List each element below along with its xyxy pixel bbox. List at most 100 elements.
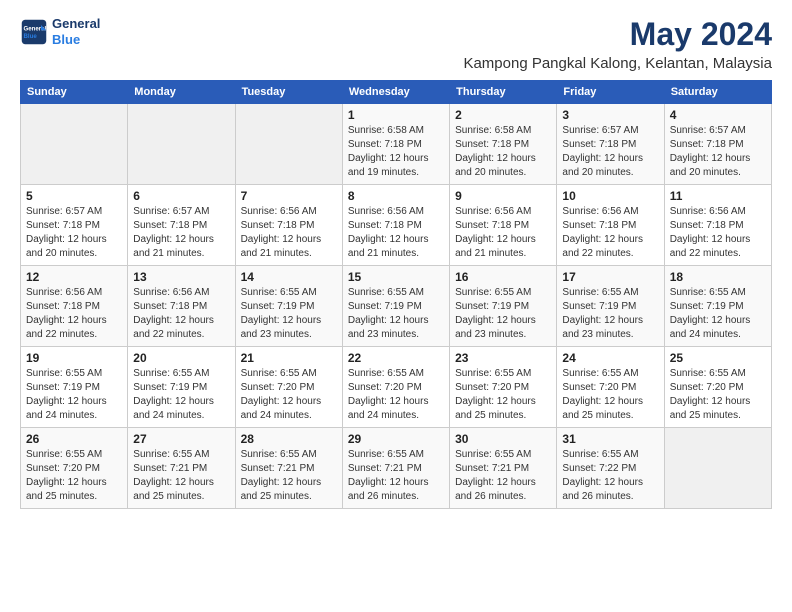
day-info: Sunrise: 6:58 AM Sunset: 7:18 PM Dayligh…: [348, 124, 444, 180]
day-number: 9: [455, 189, 551, 203]
day-info: Sunrise: 6:55 AM Sunset: 7:20 PM Dayligh…: [455, 367, 551, 423]
calendar-week-1: 1 Sunrise: 6:58 AM Sunset: 7:18 PM Daylig…: [21, 104, 772, 185]
title-block: May 2024 Kampong Pangkal Kalong, Kelanta…: [463, 16, 772, 72]
calendar-cell: 6 Sunrise: 6:57 AM Sunset: 7:18 PM Daylig…: [128, 185, 235, 266]
logo-line2: Blue: [52, 32, 100, 48]
day-info: Sunrise: 6:55 AM Sunset: 7:20 PM Dayligh…: [348, 367, 444, 423]
calendar-cell: 10Sunrise: 6:56 AM Sunset: 7:18 PM Dayli…: [557, 185, 664, 266]
calendar-week-3: 12 Sunrise: 6:56 AM Sunset: 7:18 PM Dayli…: [21, 266, 772, 347]
day-number: 27: [133, 432, 229, 446]
day-info: Sunrise: 6:56 AM Sunset: 7:18 PM Dayligh…: [348, 205, 444, 261]
day-number: 21: [241, 351, 337, 365]
day-info: Sunrise: 6:56 AM Sunset: 7:18 PM Dayligh…: [455, 205, 551, 261]
calendar-cell: 29Sunrise: 6:55 AM Sunset: 7:21 PM Dayli…: [342, 428, 449, 509]
day-info: Sunrise: 6:57 AM Sunset: 7:18 PM Dayligh…: [26, 205, 122, 261]
day-number: 26: [26, 432, 122, 446]
calendar-cell: 22 Sunrise: 6:55 AM Sunset: 7:20 PM Dayli…: [342, 347, 449, 428]
day-info: Sunrise: 6:56 AM Sunset: 7:18 PM Dayligh…: [562, 205, 658, 261]
calendar-table: SundayMondayTuesdayWednesdayThursdayFrid…: [20, 80, 772, 509]
day-number: 6: [133, 189, 229, 203]
day-number: 18: [670, 270, 766, 284]
day-info: Sunrise: 6:56 AM Sunset: 7:18 PM Dayligh…: [26, 286, 122, 342]
weekday-header-tuesday: Tuesday: [235, 81, 342, 104]
day-number: 15: [348, 270, 444, 284]
calendar-cell: 30Sunrise: 6:55 AM Sunset: 7:21 PM Dayli…: [450, 428, 557, 509]
subtitle: Kampong Pangkal Kalong, Kelantan, Malays…: [463, 55, 772, 72]
calendar-cell: 19 Sunrise: 6:55 AM Sunset: 7:19 PM Dayli…: [21, 347, 128, 428]
day-number: 31: [562, 432, 658, 446]
day-number: 4: [670, 108, 766, 122]
calendar-cell: 25Sunrise: 6:55 AM Sunset: 7:20 PM Dayli…: [664, 347, 771, 428]
day-number: 2: [455, 108, 551, 122]
calendar-cell: [664, 428, 771, 509]
calendar-cell: 11Sunrise: 6:56 AM Sunset: 7:18 PM Dayli…: [664, 185, 771, 266]
logo-icon: General Blue: [20, 18, 48, 46]
calendar-cell: 12 Sunrise: 6:56 AM Sunset: 7:18 PM Dayli…: [21, 266, 128, 347]
day-number: 1: [348, 108, 444, 122]
day-number: 28: [241, 432, 337, 446]
weekday-header-monday: Monday: [128, 81, 235, 104]
calendar-cell: 23 Sunrise: 6:55 AM Sunset: 7:20 PM Dayli…: [450, 347, 557, 428]
logo: General Blue General Blue: [20, 16, 100, 47]
day-number: 29: [348, 432, 444, 446]
calendar-cell: 1 Sunrise: 6:58 AM Sunset: 7:18 PM Daylig…: [342, 104, 449, 185]
day-number: 17: [562, 270, 658, 284]
calendar-cell: 27 Sunrise: 6:55 AM Sunset: 7:21 PM Dayli…: [128, 428, 235, 509]
calendar-week-4: 19 Sunrise: 6:55 AM Sunset: 7:19 PM Dayli…: [21, 347, 772, 428]
day-number: 8: [348, 189, 444, 203]
logo-text: General Blue: [52, 16, 100, 47]
header: General Blue General Blue May 2024 Kampo…: [20, 16, 772, 72]
day-number: 5: [26, 189, 122, 203]
day-number: 14: [241, 270, 337, 284]
day-info: Sunrise: 6:58 AM Sunset: 7:18 PM Dayligh…: [455, 124, 551, 180]
weekday-header-row: SundayMondayTuesdayWednesdayThursdayFrid…: [21, 81, 772, 104]
day-info: Sunrise: 6:57 AM Sunset: 7:18 PM Dayligh…: [670, 124, 766, 180]
day-info: Sunrise: 6:56 AM Sunset: 7:18 PM Dayligh…: [241, 205, 337, 261]
day-number: 24: [562, 351, 658, 365]
day-number: 7: [241, 189, 337, 203]
day-number: 22: [348, 351, 444, 365]
day-number: 23: [455, 351, 551, 365]
calendar-week-5: 26 Sunrise: 6:55 AM Sunset: 7:20 PM Dayli…: [21, 428, 772, 509]
day-info: Sunrise: 6:55 AM Sunset: 7:20 PM Dayligh…: [26, 448, 122, 504]
calendar-cell: [128, 104, 235, 185]
calendar-cell: 24 Sunrise: 6:55 AM Sunset: 7:20 PM Dayli…: [557, 347, 664, 428]
day-number: 13: [133, 270, 229, 284]
day-info: Sunrise: 6:55 AM Sunset: 7:20 PM Dayligh…: [241, 367, 337, 423]
day-info: Sunrise: 6:55 AM Sunset: 7:20 PM Dayligh…: [670, 367, 766, 423]
svg-text:Blue: Blue: [24, 33, 38, 40]
calendar-cell: 16Sunrise: 6:55 AM Sunset: 7:19 PM Dayli…: [450, 266, 557, 347]
main-title: May 2024: [463, 16, 772, 53]
logo-line1: General: [52, 16, 100, 32]
day-info: Sunrise: 6:55 AM Sunset: 7:21 PM Dayligh…: [241, 448, 337, 504]
day-info: Sunrise: 6:56 AM Sunset: 7:18 PM Dayligh…: [670, 205, 766, 261]
day-info: Sunrise: 6:56 AM Sunset: 7:18 PM Dayligh…: [133, 286, 229, 342]
calendar-week-2: 5 Sunrise: 6:57 AM Sunset: 7:18 PM Daylig…: [21, 185, 772, 266]
day-info: Sunrise: 6:55 AM Sunset: 7:19 PM Dayligh…: [455, 286, 551, 342]
calendar-cell: 14Sunrise: 6:55 AM Sunset: 7:19 PM Dayli…: [235, 266, 342, 347]
page-container: General Blue General Blue May 2024 Kampo…: [20, 16, 772, 509]
calendar-cell: 7 Sunrise: 6:56 AM Sunset: 7:18 PM Daylig…: [235, 185, 342, 266]
day-info: Sunrise: 6:57 AM Sunset: 7:18 PM Dayligh…: [562, 124, 658, 180]
day-info: Sunrise: 6:55 AM Sunset: 7:21 PM Dayligh…: [133, 448, 229, 504]
weekday-header-friday: Friday: [557, 81, 664, 104]
weekday-header-wednesday: Wednesday: [342, 81, 449, 104]
calendar-cell: 5 Sunrise: 6:57 AM Sunset: 7:18 PM Daylig…: [21, 185, 128, 266]
weekday-header-sunday: Sunday: [21, 81, 128, 104]
calendar-cell: 20Sunrise: 6:55 AM Sunset: 7:19 PM Dayli…: [128, 347, 235, 428]
calendar-cell: 15 Sunrise: 6:55 AM Sunset: 7:19 PM Dayli…: [342, 266, 449, 347]
calendar-cell: 8 Sunrise: 6:56 AM Sunset: 7:18 PM Daylig…: [342, 185, 449, 266]
calendar-cell: 4 Sunrise: 6:57 AM Sunset: 7:18 PM Daylig…: [664, 104, 771, 185]
weekday-header-saturday: Saturday: [664, 81, 771, 104]
calendar-cell: 3Sunrise: 6:57 AM Sunset: 7:18 PM Daylig…: [557, 104, 664, 185]
day-info: Sunrise: 6:55 AM Sunset: 7:19 PM Dayligh…: [26, 367, 122, 423]
day-number: 12: [26, 270, 122, 284]
day-number: 20: [133, 351, 229, 365]
calendar-cell: 9 Sunrise: 6:56 AM Sunset: 7:18 PM Daylig…: [450, 185, 557, 266]
day-info: Sunrise: 6:55 AM Sunset: 7:19 PM Dayligh…: [670, 286, 766, 342]
day-info: Sunrise: 6:55 AM Sunset: 7:20 PM Dayligh…: [562, 367, 658, 423]
day-number: 19: [26, 351, 122, 365]
day-info: Sunrise: 6:55 AM Sunset: 7:22 PM Dayligh…: [562, 448, 658, 504]
day-info: Sunrise: 6:57 AM Sunset: 7:18 PM Dayligh…: [133, 205, 229, 261]
day-info: Sunrise: 6:55 AM Sunset: 7:19 PM Dayligh…: [348, 286, 444, 342]
